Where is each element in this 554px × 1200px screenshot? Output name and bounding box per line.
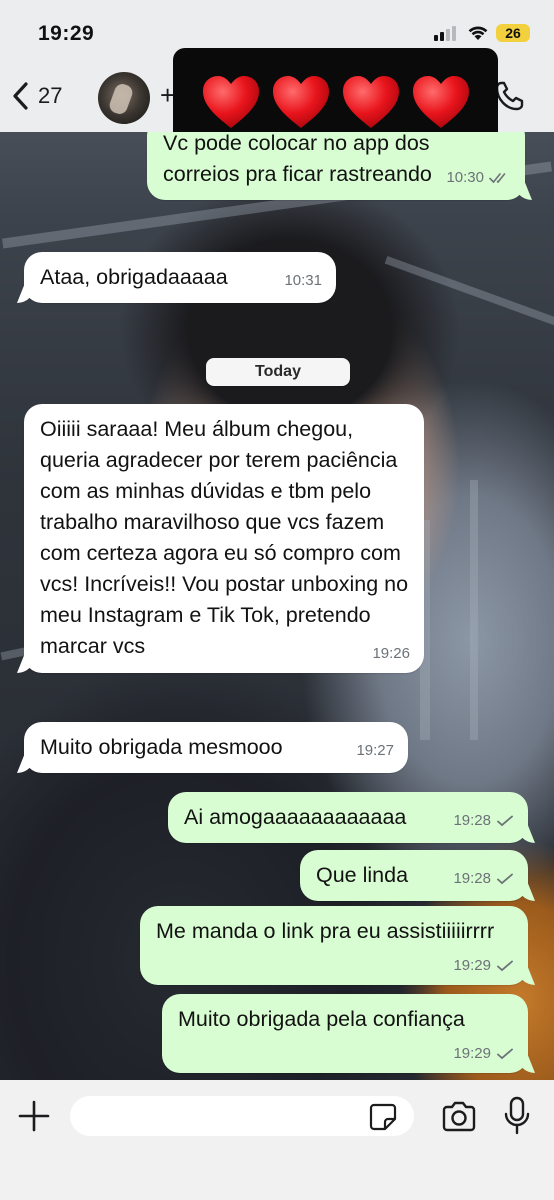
message-time: 19:27 [356, 742, 394, 759]
status-time: 19:29 [38, 22, 95, 45]
check-icon [497, 960, 513, 972]
phone-icon[interactable] [494, 80, 524, 112]
message-meta: 19:29 [453, 957, 514, 975]
message-input-bar [0, 1080, 554, 1200]
check-icon [497, 815, 513, 827]
heart-icon [412, 76, 469, 128]
check-icon [497, 873, 513, 885]
message-text: Ataa, obrigadaaaaa [40, 265, 228, 289]
plus-icon[interactable] [16, 1098, 52, 1134]
message-bubble-outgoing[interactable]: Ai amogaaaaaaaaaaaa 19:28 [168, 792, 528, 843]
double-check-icon [489, 173, 506, 184]
message-input[interactable] [70, 1096, 414, 1136]
signal-icon [434, 25, 460, 41]
message-bubble-outgoing[interactable]: Que linda 19:28 [300, 850, 528, 901]
message-time: 19:28 [453, 870, 491, 887]
check-icon [497, 1048, 513, 1060]
chat-message-list[interactable]: Vc pode colocar no app dos correios pra … [0, 132, 554, 1080]
sticker-icon[interactable] [368, 1102, 398, 1132]
battery-icon: 26 [496, 24, 530, 42]
message-time: 19:29 [453, 1045, 491, 1062]
date-separator: Today [206, 358, 350, 386]
message-time: 19:29 [453, 957, 491, 974]
message-time: 10:30 [446, 169, 484, 186]
message-meta: 19:29 [453, 1045, 514, 1063]
camera-icon[interactable] [440, 1100, 478, 1134]
microphone-icon[interactable] [503, 1096, 531, 1136]
message-text: Oiiiii saraaa! Meu álbum chegou, queria … [40, 417, 415, 658]
message-time: 19:26 [372, 645, 410, 662]
message-bubble-incoming[interactable]: Muito obrigada mesmooo 19:27 [24, 722, 408, 773]
heart-icon [202, 76, 259, 128]
message-text: Que linda [316, 863, 409, 887]
avatar[interactable] [98, 72, 150, 124]
message-text: Muito obrigada pela confiança [178, 1007, 465, 1031]
message-time: 10:31 [284, 272, 322, 289]
message-bubble-outgoing[interactable]: Me manda o link pra eu assistiiiiirrrr 1… [140, 906, 528, 985]
message-text: Vc pode colocar no app dos correios pra … [163, 132, 436, 186]
message-text: Muito obrigada mesmooo [40, 735, 283, 759]
message-meta: 10:30 [446, 169, 511, 187]
message-bubble-outgoing[interactable]: Muito obrigada pela confiança 19:29 [162, 994, 528, 1073]
message-time: 19:28 [453, 812, 491, 829]
back-button[interactable]: 27 [10, 76, 62, 116]
message-meta: 19:27 [356, 742, 394, 760]
message-bubble-incoming[interactable]: Oiiiii saraaa! Meu álbum chegou, queria … [24, 404, 424, 673]
message-bubble-incoming[interactable]: Ataa, obrigadaaaaa 10:31 [24, 252, 336, 303]
message-meta: 19:26 [372, 645, 410, 663]
message-meta: 19:28 [453, 812, 514, 830]
wifi-icon [468, 26, 488, 40]
message-bubble-outgoing[interactable]: Vc pode colocar no app dos correios pra … [147, 132, 525, 200]
unread-count: 27 [38, 83, 63, 108]
heart-icon [342, 76, 399, 128]
message-text: Ai amogaaaaaaaaaaaa [184, 805, 407, 829]
message-meta: 10:31 [284, 272, 322, 290]
chevron-left-icon [13, 82, 28, 110]
message-text: Me manda o link pra eu assistiiiiirrrr [156, 919, 495, 943]
message-meta: 19:28 [453, 870, 514, 888]
heart-icon [272, 76, 329, 128]
